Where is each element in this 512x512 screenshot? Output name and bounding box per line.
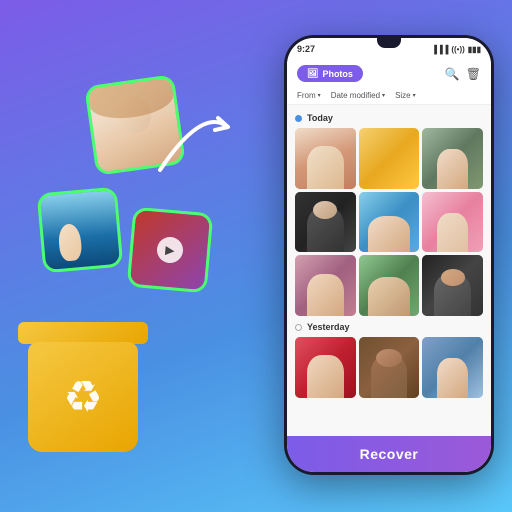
photo-4[interactable]: [295, 192, 356, 253]
signal-icon: ▐▐▐: [431, 45, 448, 54]
recycle-icon: ♻: [63, 372, 102, 423]
photos-tab-label: Photos: [322, 69, 353, 79]
filter-size-label: Size: [395, 91, 411, 100]
trash-lid: [18, 322, 148, 344]
filter-from[interactable]: From ▾: [297, 91, 321, 100]
recover-label: Recover: [360, 446, 419, 462]
photo-2[interactable]: [359, 128, 420, 189]
photo-8[interactable]: [359, 255, 420, 316]
photo-10[interactable]: [295, 337, 356, 398]
filter-from-caret: ▾: [318, 92, 321, 99]
photo-12[interactable]: [422, 337, 483, 398]
section-today: Today: [295, 113, 483, 123]
floating-photo-video: ▶: [127, 207, 214, 294]
trash-body: ♻: [28, 342, 138, 452]
yesterday-photo-grid: [295, 337, 483, 398]
search-icon[interactable]: 🔍: [445, 67, 460, 81]
yesterday-label: Yesterday: [307, 322, 350, 332]
photos-tab[interactable]: 🖼 Photos: [297, 65, 363, 82]
filter-date[interactable]: Date modified ▾: [331, 91, 385, 100]
status-icons: ▐▐▐ ((•)) ▮▮▮: [431, 45, 481, 54]
recover-button[interactable]: Recover: [287, 436, 491, 472]
trash-bin: ♻: [18, 312, 148, 452]
floating-photo-2: [37, 187, 124, 274]
filter-from-label: From: [297, 91, 316, 100]
play-button[interactable]: ▶: [156, 236, 184, 264]
today-photo-grid: [295, 128, 483, 316]
header-actions: 🔍 🗑: [445, 67, 481, 81]
yesterday-dot: [295, 324, 302, 331]
photo-1[interactable]: [295, 128, 356, 189]
filter-date-caret: ▾: [382, 92, 385, 99]
wifi-icon: ((•)): [451, 45, 464, 54]
phone-mockup: 9:27 ▐▐▐ ((•)) ▮▮▮ 🖼 Photos 🔍 🗑 From ▾: [284, 35, 494, 475]
today-dot: [295, 115, 302, 122]
status-time: 9:27: [297, 44, 315, 54]
photo-7[interactable]: [295, 255, 356, 316]
filter-size-caret: ▾: [413, 92, 416, 99]
photo-6[interactable]: [422, 192, 483, 253]
filter-bar: From ▾ Date modified ▾ Size ▾: [287, 87, 491, 105]
filter-size[interactable]: Size ▾: [395, 91, 416, 100]
section-yesterday: Yesterday: [295, 322, 483, 332]
photo-5[interactable]: [359, 192, 420, 253]
photo-content: Today: [287, 105, 491, 436]
battery-icon: ▮▮▮: [468, 45, 481, 54]
filter-date-label: Date modified: [331, 91, 380, 100]
today-label: Today: [307, 113, 333, 123]
photo-11[interactable]: [359, 337, 420, 398]
app-header: 🖼 Photos 🔍 🗑: [287, 60, 491, 87]
photo-3[interactable]: [422, 128, 483, 189]
phone-notch: [377, 38, 401, 48]
photos-tab-icon: 🖼: [307, 68, 318, 79]
photo-9[interactable]: [422, 255, 483, 316]
phone-screen: 9:27 ▐▐▐ ((•)) ▮▮▮ 🖼 Photos 🔍 🗑 From ▾: [287, 38, 491, 472]
arrow-icon: [140, 100, 240, 180]
delete-icon[interactable]: 🗑: [466, 67, 481, 81]
